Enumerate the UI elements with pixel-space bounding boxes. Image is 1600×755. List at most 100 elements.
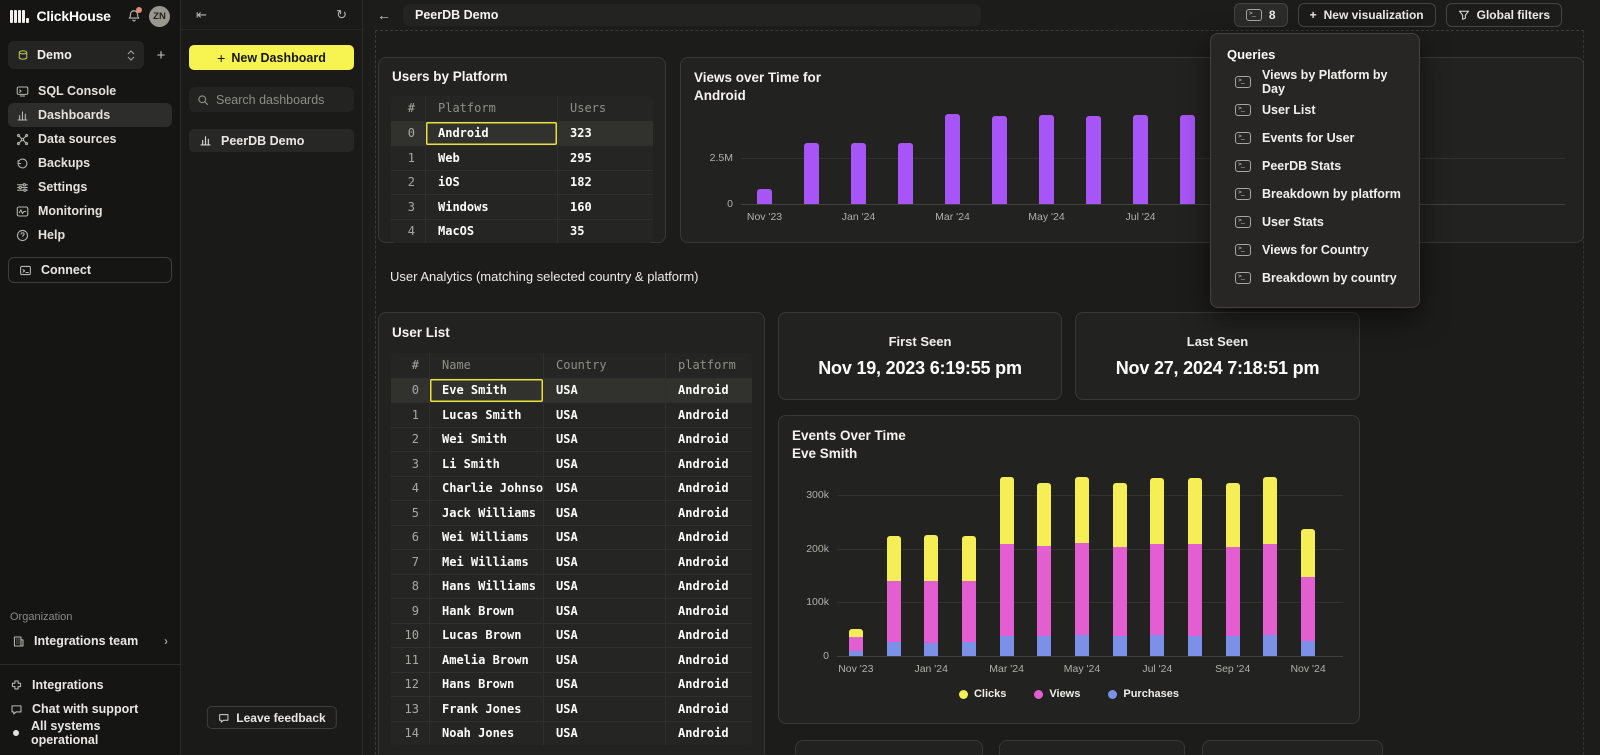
add-service-button[interactable]: + <box>150 47 172 64</box>
cell-country: USA <box>543 452 665 476</box>
bar <box>1133 115 1148 204</box>
cell-platform: Android <box>665 403 752 427</box>
table-row[interactable]: 1Lucas SmithUSAAndroid <box>391 402 752 427</box>
sidebar-item-backups[interactable]: Backups <box>8 151 172 175</box>
connect-button[interactable]: Connect <box>8 257 172 283</box>
global-filters-button[interactable]: Global filters <box>1446 3 1562 27</box>
bar-segment-views <box>924 581 938 643</box>
table-row[interactable]: 10Lucas BrownUSAAndroid <box>391 623 752 648</box>
cell-platform: Web <box>425 146 557 170</box>
new-visualization-button[interactable]: + New visualization <box>1298 3 1436 27</box>
chart-subtitle: Eve Smith <box>792 445 906 463</box>
query-item[interactable]: PeerDB Stats <box>1211 152 1419 180</box>
brand-name: ClickHouse <box>37 8 111 24</box>
queries-count-button[interactable]: 8 <box>1234 3 1288 27</box>
cell-platform: Android <box>665 452 752 476</box>
notification-dot <box>136 7 142 13</box>
bar-segment-purchases <box>1150 635 1164 657</box>
query-item[interactable]: Views for Country <box>1211 236 1419 264</box>
bar <box>1039 115 1054 205</box>
table-row[interactable]: 7Mei WilliamsUSAAndroid <box>391 549 752 574</box>
chart-bars <box>741 108 1211 204</box>
dashboard-title-input[interactable] <box>403 4 981 26</box>
query-item-label: User Stats <box>1262 215 1324 229</box>
sidebar-item-data-sources[interactable]: Data sources <box>8 127 172 151</box>
table-row[interactable]: 9Hank BrownUSAAndroid <box>391 598 752 623</box>
avatar[interactable]: ZN <box>149 6 170 27</box>
row-index: 0 <box>391 379 429 403</box>
organization-team[interactable]: Integrations team › <box>10 634 170 648</box>
chat-icon <box>217 712 229 724</box>
sidebar-item-settings[interactable]: Settings <box>8 175 172 199</box>
row-index: 1 <box>391 146 425 170</box>
table-row[interactable]: 4Charlie JohnsonUSAAndroid <box>391 476 752 501</box>
sidebar-item-help[interactable]: Help <box>8 223 172 247</box>
table-row[interactable]: 14Noah JonesUSAAndroid <box>391 721 752 746</box>
new-dashboard-label: New Dashboard <box>231 51 325 65</box>
stacked-bar <box>1150 478 1164 656</box>
query-item[interactable]: Events for User <box>1211 124 1419 152</box>
bar-segment-purchases <box>1113 636 1127 656</box>
bar-slot <box>950 468 988 656</box>
dashboard-item-peerdb-demo[interactable]: PeerDB Demo <box>189 129 354 152</box>
collapse-panel-icon[interactable]: ⇤ <box>196 7 207 23</box>
table-row[interactable]: 6Wei WilliamsUSAAndroid <box>391 525 752 550</box>
back-arrow-button[interactable]: ← <box>375 7 393 23</box>
leave-feedback-button[interactable]: Leave feedback <box>206 706 336 729</box>
query-item[interactable]: Views by Platform by Day <box>1211 68 1419 96</box>
table-row[interactable]: 11Amelia BrownUSAAndroid <box>391 647 752 672</box>
panel-title: User List <box>392 325 450 340</box>
query-item[interactable]: User List <box>1211 96 1419 124</box>
cell-name: Charlie Johnson <box>429 477 543 501</box>
row-index: 2 <box>391 171 425 195</box>
column-header: Platform <box>425 96 557 121</box>
table-row[interactable]: 2iOS182 <box>391 170 653 195</box>
table-row[interactable]: 13Frank JonesUSAAndroid <box>391 696 752 721</box>
cell-platform: Android <box>665 526 752 550</box>
footer-item-chat-with-support[interactable]: Chat with support <box>10 697 170 721</box>
sidebar-item-monitoring[interactable]: Monitoring <box>8 199 172 223</box>
legend-label: Views <box>1049 688 1080 700</box>
first-seen-label: First Seen <box>889 334 952 349</box>
footer-item-integrations[interactable]: Integrations <box>10 673 170 697</box>
table-row[interactable]: 3Windows160 <box>391 194 653 219</box>
notifications-bell-icon[interactable] <box>125 7 143 25</box>
query-item[interactable]: Breakdown by country <box>1211 264 1419 292</box>
sidebar-footer: IntegrationsChat with supportAll systems… <box>0 664 180 755</box>
bar-slot <box>837 468 875 656</box>
cell-name: Hans Brown <box>429 673 543 697</box>
table-row[interactable]: 12Hans BrownUSAAndroid <box>391 672 752 697</box>
table-row[interactable]: 1Web295 <box>391 145 653 170</box>
cell-name: Frank Jones <box>429 697 543 721</box>
table-row[interactable]: 0Android323 <box>391 121 653 146</box>
bar-segment-views <box>1113 547 1127 636</box>
table-row[interactable]: 5Jack WilliamsUSAAndroid <box>391 500 752 525</box>
sidebar-item-sql-console[interactable]: SQL Console <box>8 79 172 103</box>
x-axis-tick: Mar '24 <box>929 211 976 223</box>
query-item[interactable]: User Stats <box>1211 208 1419 236</box>
legend-dot <box>959 690 968 699</box>
table-row[interactable]: 8Hans WilliamsUSAAndroid <box>391 574 752 599</box>
bar-segment-clicks <box>1150 478 1164 545</box>
table-row[interactable]: 4MacOS35 <box>391 219 653 244</box>
integrations-icon <box>10 679 23 692</box>
terminal-icon <box>1235 76 1251 88</box>
chart-subtitle: Android <box>694 87 821 105</box>
row-index: 4 <box>391 220 425 244</box>
bar-segment-views <box>1188 544 1202 635</box>
refresh-icon[interactable]: ↻ <box>336 7 347 23</box>
new-dashboard-button[interactable]: + New Dashboard <box>189 45 354 70</box>
bar <box>757 189 772 204</box>
table-row[interactable]: 3Li SmithUSAAndroid <box>391 451 752 476</box>
table-row[interactable]: 2Wei SmithUSAAndroid <box>391 427 752 452</box>
table-row[interactable]: 0Eve SmithUSAAndroid <box>391 378 752 403</box>
query-item[interactable]: Breakdown by platform <box>1211 180 1419 208</box>
footer-item-all-systems-operational[interactable]: All systems operational <box>10 721 170 745</box>
bar-slot <box>1117 108 1164 204</box>
sidebar-item-dashboards[interactable]: Dashboards <box>8 103 172 127</box>
stacked-bar <box>1263 477 1277 656</box>
queries-menu-items: Views by Platform by DayUser ListEvents … <box>1211 68 1419 292</box>
search-dashboards-input[interactable] <box>216 93 346 107</box>
workspace-select[interactable]: Demo <box>8 41 144 69</box>
row-index: 3 <box>391 195 425 219</box>
